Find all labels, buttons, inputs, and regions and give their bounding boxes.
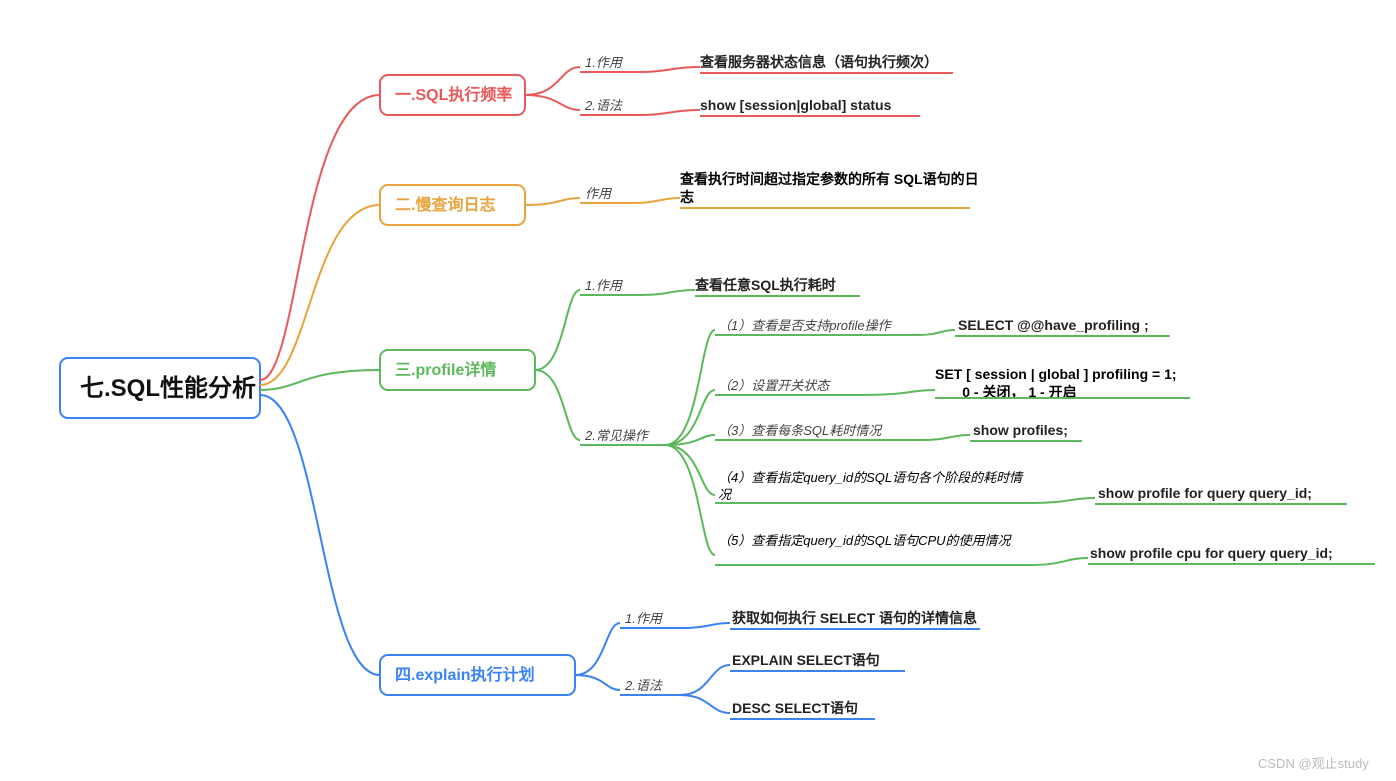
branch-b3-label: 三.profile详情	[395, 360, 496, 379]
branch-b1-label: 一.SQL执行频率	[395, 85, 512, 104]
b4-c0-value: 获取如何执行 SELECT 语句的详情信息	[732, 610, 977, 626]
b3-c1-g2-label: （3）查看每条SQL耗时情况	[718, 423, 883, 438]
connector-b3-c1	[535, 370, 580, 440]
connector-b2-c0	[525, 198, 580, 205]
b4-c1-label: 2.语法	[624, 678, 663, 693]
connector-b4	[260, 395, 380, 675]
root-title: 七.SQL性能分析	[80, 374, 256, 402]
b3-c1-g2-value: show profiles;	[973, 422, 1068, 438]
b2-c0-value: 查看执行时间超过指定参数的所有 SQL语句的日志	[680, 170, 980, 206]
mindmap-canvas: 七.SQL性能分析 一.SQL执行频率 1.作用 查看服务器状态信息（语句执行频…	[0, 0, 1396, 781]
b3-c0-label: 1.作用	[585, 278, 624, 293]
b2-c0-label: 作用	[585, 186, 613, 201]
b3-c1-g1-label: （2）设置开关状态	[718, 378, 831, 393]
b3-c0-value: 查看任意SQL执行耗时	[695, 277, 836, 293]
connector-b3-c0	[535, 290, 580, 370]
branch-b1: 一.SQL执行频率	[380, 75, 525, 115]
b3-c1-g4-value: show profile cpu for query query_id;	[1090, 545, 1333, 561]
b3-c1-label: 2.常见操作	[584, 428, 650, 443]
b1-c1-value: show [session|global] status	[700, 97, 892, 113]
root-node: 七.SQL性能分析	[60, 358, 260, 418]
b3-c1-g0-value: SELECT @@have_profiling ;	[958, 317, 1149, 333]
branch-b4: 四.explain执行计划	[380, 655, 575, 695]
branch-b2-label: 二.慢查询日志	[395, 195, 495, 214]
b4-c0-label: 1.作用	[625, 611, 664, 626]
connector-b1-c1	[525, 95, 580, 110]
b3-c1-g3-value: show profile for query query_id;	[1098, 485, 1312, 501]
b4-c1-g0-value: EXPLAIN SELECT语句	[732, 652, 880, 668]
branch-b4-label: 四.explain执行计划	[395, 665, 535, 684]
b3-c1-g4-label: （5）查看指定query_id的SQL语句CPU的使用情况	[718, 533, 1028, 550]
watermark-text: CSDN @观止study	[1258, 756, 1369, 771]
b3-c1-g1-value: SET [ session | global ] profiling = 1;	[935, 366, 1177, 382]
b1-c0-label: 1.作用	[585, 55, 624, 70]
branch-b3: 三.profile详情	[380, 350, 535, 390]
connector-b3	[260, 370, 380, 390]
connector-b1	[260, 95, 380, 380]
branch-b2: 二.慢查询日志	[380, 185, 525, 225]
b3-c1-g0-label: （1）查看是否支持profile操作	[718, 318, 893, 333]
connector-b1-c0	[525, 67, 580, 95]
b1-c1-label: 2.语法	[584, 98, 623, 113]
b1-c0-value: 查看服务器状态信息（语句执行频次）	[700, 54, 938, 70]
b3-c1-g3-label: （4）查看指定query_id的SQL语句各个阶段的耗时情况	[718, 470, 1028, 504]
b4-c1-g1-value: DESC SELECT语句	[732, 700, 858, 716]
